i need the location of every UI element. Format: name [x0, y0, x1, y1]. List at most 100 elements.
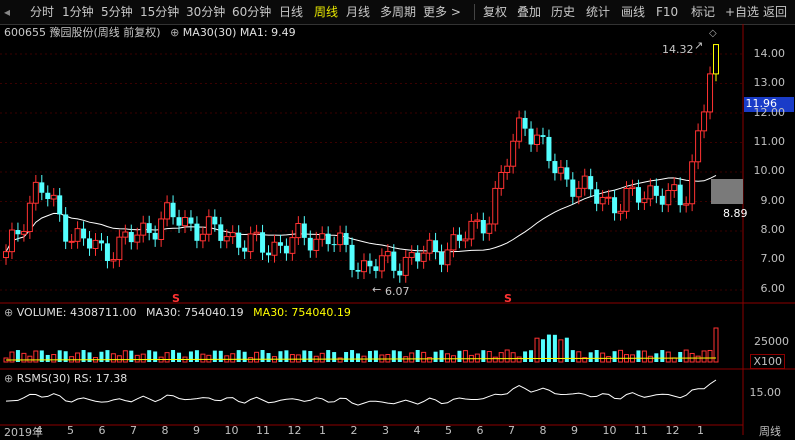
candle-body: [468, 220, 475, 240]
volume-bar: [618, 349, 624, 363]
volume-bar: [654, 353, 659, 362]
time-tick: 4: [35, 424, 43, 437]
volume-bar: [391, 350, 396, 362]
candle-body: [289, 237, 296, 254]
candle-body: [373, 266, 379, 271]
candle-body: [223, 236, 230, 242]
candle-body: [588, 176, 594, 190]
volume-bar: [242, 351, 247, 362]
volume-bar: [439, 350, 444, 362]
price-tick: 14.00: [753, 47, 786, 60]
volume-bar: [683, 349, 689, 363]
volume-bar: [397, 351, 402, 362]
price-tick: 9.00: [760, 194, 786, 207]
time-tick: 12: [665, 424, 680, 437]
volume-bar: [373, 350, 378, 362]
volume-bar: [45, 354, 50, 362]
volume-bar: [344, 352, 349, 362]
volume-bar: [266, 353, 271, 362]
candle-body: [462, 238, 469, 242]
candle-body: [199, 233, 206, 242]
volume-bar: [588, 352, 593, 362]
volume-bar: [21, 352, 27, 363]
volume-bar: [278, 351, 283, 362]
candle-body: [384, 251, 391, 257]
candle-body: [63, 214, 69, 242]
time-tick: 10: [224, 424, 239, 437]
time-tick: 6: [476, 424, 484, 437]
candle-body: [575, 187, 582, 198]
volume-bar: [289, 354, 295, 363]
candle-body: [677, 184, 683, 206]
candle-body: [247, 233, 254, 253]
candle-body: [641, 198, 648, 204]
time-tick: 6: [98, 424, 106, 437]
last-close-label: 8.89: [723, 207, 748, 220]
volume-bar: [51, 354, 57, 363]
volume-bar: [236, 350, 241, 362]
candle-body: [557, 166, 564, 174]
time-tick: 1: [319, 424, 326, 437]
candle-body: [39, 182, 45, 193]
volume-bar: [200, 353, 206, 363]
time-tick: 7: [130, 424, 137, 437]
candle-body: [122, 231, 129, 238]
candle-body: [68, 240, 75, 243]
candle-body: [81, 228, 87, 239]
volume-bar: [701, 350, 707, 363]
candle-body: [546, 136, 552, 162]
volume-bar: [636, 350, 641, 362]
volume-bar: [164, 352, 170, 363]
candle-body: [444, 249, 451, 266]
candle-body: [498, 171, 505, 189]
volume-bar: [260, 350, 265, 362]
volume-bar: [194, 350, 199, 362]
volume-bar: [110, 353, 116, 363]
candle-body: [116, 236, 123, 261]
rsms-settings-icon[interactable]: ⊕: [4, 372, 13, 385]
volume-bar: [332, 352, 337, 362]
candle-body: [516, 117, 523, 142]
volume-bar: [87, 352, 92, 362]
candle-body: [605, 196, 612, 199]
candle-body: [522, 117, 528, 129]
volume-bar: [385, 353, 391, 363]
candle-body: [486, 223, 493, 234]
low-annotation: 6.07: [385, 285, 410, 298]
candle-body: [188, 217, 194, 224]
volume-bar: [504, 349, 510, 363]
price-tick: 6.00: [760, 282, 786, 295]
candle-body: [594, 189, 600, 204]
volume-bar: [707, 349, 713, 363]
candle-body: [617, 210, 624, 214]
volume-bar: [206, 354, 212, 363]
volume-bar: [9, 351, 15, 363]
volume-bar: [600, 352, 606, 363]
candle-body: [391, 251, 397, 271]
volume-settings-icon[interactable]: ⊕: [4, 306, 13, 319]
candle-body: [260, 232, 266, 253]
volume-bar: [445, 353, 451, 363]
candle-body: [283, 245, 289, 254]
volume-bar: [177, 352, 182, 362]
volume-bar: [218, 350, 223, 362]
s-marker-2: S: [504, 292, 512, 305]
volume-bar: [457, 350, 462, 362]
candle-body: [128, 232, 134, 243]
time-tick: 7: [508, 424, 515, 437]
volume-bar: [498, 352, 504, 363]
volume-unit: X100: [750, 354, 785, 369]
rsms-tick: 15.00: [749, 386, 782, 399]
diamond-icon: ◇: [709, 28, 717, 39]
candle-body: [355, 269, 361, 272]
candle-body: [158, 218, 165, 240]
candle-body: [456, 234, 462, 241]
candle-body: [433, 240, 439, 252]
price-tick: 7.00: [760, 252, 786, 265]
candle-body: [683, 203, 690, 206]
time-tick: 5: [445, 424, 452, 437]
volume-value: VOLUME: 4308711.00: [16, 306, 137, 319]
low-arrow-icon: ←: [372, 283, 382, 296]
candle-body: [152, 232, 158, 240]
volume-bar: [319, 352, 325, 363]
